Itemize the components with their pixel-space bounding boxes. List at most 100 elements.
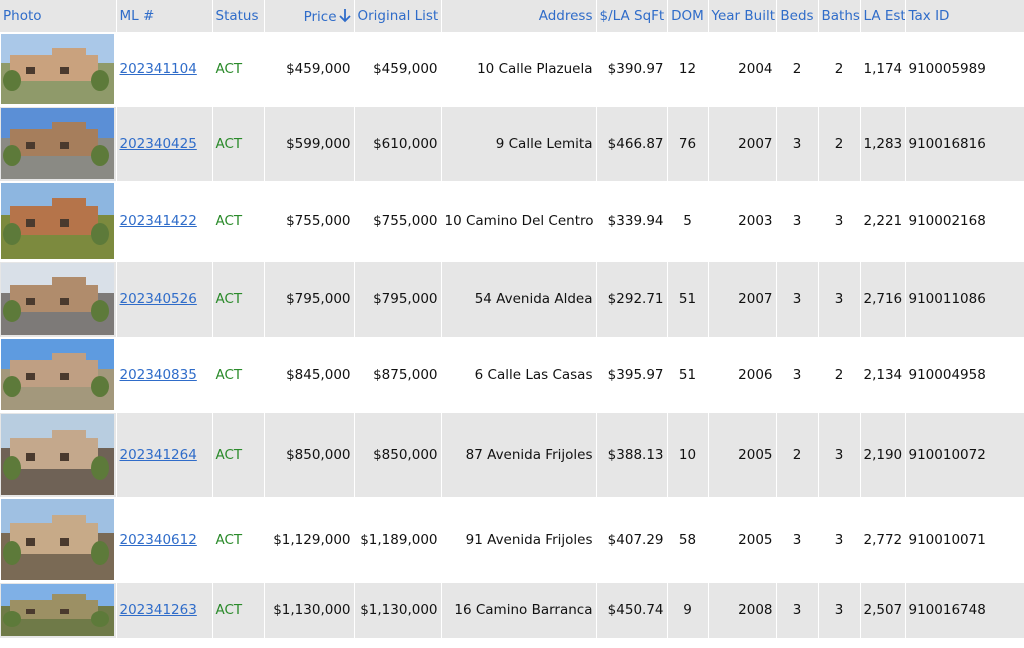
baths-cell: 3 xyxy=(818,181,861,262)
column-label: Beds xyxy=(780,8,814,24)
year-built-cell: 2006 xyxy=(708,337,777,413)
address-cell: 10 Camino Del Centro xyxy=(441,181,597,262)
ml-number-link[interactable]: 202341422 xyxy=(120,213,197,229)
column-label: LA Est xyxy=(863,8,905,24)
price-cell: $845,000 xyxy=(264,337,355,413)
photo-cell[interactable] xyxy=(0,337,117,413)
original-list-cell: $610,000 xyxy=(354,106,442,182)
property-photo[interactable] xyxy=(1,499,114,580)
beds-cell: 3 xyxy=(776,181,819,262)
photo-window xyxy=(25,297,35,305)
la-est-cell: 2,190 xyxy=(860,412,906,498)
listing-row[interactable]: 202340526 ACT $795,000 $795,000 54 Avenida A… xyxy=(0,261,1024,338)
original-list-cell: $755,000 xyxy=(354,181,442,262)
price-cell: $755,000 xyxy=(264,181,355,262)
la-est-cell: 1,283 xyxy=(860,106,906,182)
dom-cell: 9 xyxy=(667,582,709,639)
photo-window xyxy=(25,373,35,381)
column-label: Address xyxy=(538,8,593,24)
photo-cell[interactable] xyxy=(0,582,117,639)
column-label: Price xyxy=(303,8,337,25)
photo-cell[interactable] xyxy=(0,181,117,262)
listing-row[interactable]: 202341104 ACT $459,000 $459,000 10 Calle Pla… xyxy=(0,32,1024,107)
listing-row[interactable]: 202341264 ACT $850,000 $850,000 87 Avenida F… xyxy=(0,412,1024,498)
photo-building xyxy=(51,594,86,608)
address-cell: 91 Avenida Frijoles xyxy=(441,497,597,583)
column-header-photo[interactable]: Photo xyxy=(0,0,117,32)
property-photo[interactable] xyxy=(1,339,114,410)
photo-cell[interactable] xyxy=(0,412,117,498)
ml-number-link[interactable]: 202341263 xyxy=(120,602,197,618)
baths-cell: 3 xyxy=(818,412,861,498)
price-per-sqft-cell: $292.71 xyxy=(596,261,668,338)
photo-cell[interactable] xyxy=(0,32,117,107)
listing-row[interactable]: 202340835 ACT $845,000 $875,000 6 Calle Las … xyxy=(0,337,1024,413)
beds-cell: 3 xyxy=(776,497,819,583)
column-header-year-built[interactable]: Year Built xyxy=(708,0,777,32)
property-photo[interactable] xyxy=(1,183,114,259)
listing-row[interactable]: 202340425 ACT $599,000 $610,000 9 Calle Lemi… xyxy=(0,106,1024,182)
listing-row[interactable]: 202340612 ACT $1,129,000 $1,189,000 91 Aveni… xyxy=(0,497,1024,583)
photo-cell[interactable] xyxy=(0,261,117,338)
column-header-address[interactable]: Address xyxy=(441,0,597,32)
column-header-dom[interactable]: DOM xyxy=(667,0,709,32)
photo-window xyxy=(59,373,69,381)
property-photo[interactable] xyxy=(1,263,114,335)
column-header-original-list[interactable]: Original List xyxy=(354,0,442,32)
column-header-ml[interactable]: ML # xyxy=(116,0,213,32)
beds-cell: 3 xyxy=(776,106,819,182)
ml-number-link[interactable]: 202340835 xyxy=(120,367,197,383)
beds-cell: 2 xyxy=(776,412,819,498)
baths-cell: 2 xyxy=(818,106,861,182)
original-list-cell: $795,000 xyxy=(354,261,442,338)
listing-row[interactable]: 202341422 ACT $755,000 $755,000 10 Camino De… xyxy=(0,181,1024,262)
property-photo[interactable] xyxy=(1,33,114,104)
photo-cell[interactable] xyxy=(0,106,117,182)
year-built-cell: 2007 xyxy=(708,106,777,182)
column-header-beds[interactable]: Beds xyxy=(776,0,819,32)
column-header-price[interactable]: Price xyxy=(264,0,355,32)
price-cell: $459,000 xyxy=(264,32,355,107)
property-photo[interactable] xyxy=(1,414,114,495)
photo-building xyxy=(51,430,86,451)
price-cell: $795,000 xyxy=(264,261,355,338)
column-header-la-est[interactable]: LA Est xyxy=(860,0,906,32)
photo-window xyxy=(25,452,35,461)
photo-cell[interactable] xyxy=(0,497,117,583)
ml-number-link[interactable]: 202340526 xyxy=(120,291,197,307)
status-cell: ACT xyxy=(212,412,265,498)
tax-id-cell: 910010071 xyxy=(905,497,1024,583)
sort-descending-arrow-icon xyxy=(338,8,351,22)
address-cell: 87 Avenida Frijoles xyxy=(441,412,597,498)
listing-row[interactable]: 202341263 ACT $1,130,000 $1,130,000 16 Camin… xyxy=(0,582,1024,639)
baths-cell: 3 xyxy=(818,582,861,639)
year-built-cell: 2008 xyxy=(708,582,777,639)
column-label: Year Built xyxy=(711,8,776,24)
photo-window xyxy=(59,537,69,546)
column-header-baths[interactable]: Baths xyxy=(818,0,861,32)
column-header-price-per-sqft[interactable]: $/LA SqFt xyxy=(596,0,668,32)
baths-cell: 3 xyxy=(818,261,861,338)
dom-cell: 10 xyxy=(667,412,709,498)
property-photo[interactable] xyxy=(1,584,114,636)
column-label: DOM xyxy=(671,8,704,24)
photo-building xyxy=(51,277,86,296)
column-header-status[interactable]: Status xyxy=(212,0,265,32)
ml-number-link[interactable]: 202340425 xyxy=(120,136,197,152)
ml-number-link[interactable]: 202341264 xyxy=(120,447,197,463)
photo-tree xyxy=(3,611,22,627)
column-label: Status xyxy=(215,8,259,24)
baths-cell: 3 xyxy=(818,497,861,583)
status-cell: ACT xyxy=(212,106,265,182)
status-cell: ACT xyxy=(212,497,265,583)
property-photo[interactable] xyxy=(1,108,114,179)
column-header-tax-id[interactable]: Tax ID xyxy=(905,0,1024,32)
column-label: Baths xyxy=(821,8,860,24)
ml-number-link[interactable]: 202341104 xyxy=(120,61,197,77)
price-per-sqft-cell: $390.97 xyxy=(596,32,668,107)
baths-cell: 2 xyxy=(818,32,861,107)
ml-number-link[interactable]: 202340612 xyxy=(120,532,197,548)
column-label: Tax ID xyxy=(908,8,950,24)
beds-cell: 3 xyxy=(776,261,819,338)
tax-id-cell: 910016748 xyxy=(905,582,1024,639)
